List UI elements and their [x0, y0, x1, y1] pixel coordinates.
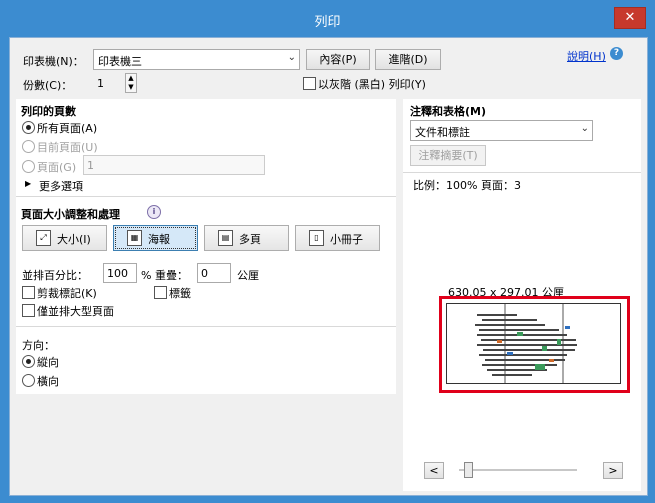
grayscale-label: 以灰階 (黑白) 列印(Y) [318, 78, 426, 91]
copies-label: 份數(C)： [23, 79, 73, 92]
portrait-label: 縱向 [37, 356, 59, 369]
advanced-button[interactable]: 進階(D) [375, 49, 441, 70]
labels-label: 標籤 [169, 287, 191, 300]
overlap-label: % 重疊： [141, 269, 188, 282]
landscape-radio[interactable] [22, 374, 35, 387]
tile-large-pages-checkbox[interactable] [22, 304, 35, 317]
help-link[interactable]: 說明(H) [567, 48, 606, 64]
chevron-down-icon: ⌄ [580, 123, 589, 134]
tile-scale-value: 100 [107, 267, 128, 280]
divider [16, 326, 396, 327]
tile-large-pages-label: 僅並排大型頁面 [37, 305, 114, 318]
previous-page-button[interactable]: < [424, 462, 444, 479]
tile-scale-input[interactable]: 100 [103, 263, 137, 283]
overlap-input[interactable]: 0 [197, 263, 231, 283]
labels-checkbox[interactable] [154, 286, 167, 299]
summarize-comments-button[interactable]: 注釋摘要(T) [410, 145, 486, 166]
copies-input[interactable]: 1 [93, 73, 125, 93]
grayscale-checkbox[interactable] [303, 77, 316, 90]
chevron-down-icon: ⌄ [287, 52, 296, 63]
preview-highlight-frame [439, 296, 630, 393]
multiple-button-label: 多頁 [239, 233, 261, 246]
printer-label: 印表機(N)： [23, 55, 84, 68]
all-pages-radio[interactable] [22, 121, 35, 134]
page-sizing-title: 頁面大小調整和處理 [21, 208, 120, 221]
comments-forms-title: 注釋和表格(M) [410, 105, 487, 118]
poster-button-label: 海報 [148, 233, 170, 246]
multiple-button[interactable]: ▤ 多頁 [204, 225, 289, 251]
expand-arrow-icon[interactable]: ▶ [25, 179, 31, 188]
title-bar: 列印 ✕ [1, 1, 654, 37]
info-icon[interactable]: i [147, 205, 161, 219]
comments-forms-select[interactable]: 文件和標註 ⌄ [410, 120, 593, 141]
printer-select[interactable]: 印表機三 ⌄ [93, 49, 300, 70]
print-preview-page [446, 303, 621, 384]
scale-page-text: 比例：100% 頁面：3 [413, 179, 521, 192]
next-page-button[interactable]: > [603, 462, 623, 479]
print-dialog: 列印 ✕ 印表機(N)： 印表機三 ⌄ 內容(P) 進階(D) 說明(H) ? … [0, 0, 655, 503]
preview-slider-thumb[interactable] [464, 462, 474, 478]
window-title: 列印 [314, 15, 341, 30]
pages-range-value: 1 [87, 159, 94, 172]
all-pages-label: 所有頁面(A) [37, 122, 98, 135]
poster-icon: ▦ [127, 230, 142, 246]
dialog-body: 印表機(N)： 印表機三 ⌄ 內容(P) 進階(D) 說明(H) ? 份數(C)… [9, 37, 648, 496]
printer-value: 印表機三 [98, 55, 142, 68]
cut-marks-label: 剪裁標記(K) [37, 287, 97, 300]
poster-button[interactable]: ▦ 海報 [113, 225, 198, 251]
overlap-unit: 公厘 [237, 269, 259, 282]
multiple-icon: ▤ [218, 230, 233, 246]
divider [16, 196, 396, 197]
portrait-radio[interactable] [22, 355, 35, 368]
current-page-radio[interactable] [22, 140, 35, 153]
size-button-label: 大小(I) [57, 233, 91, 246]
help-icon[interactable]: ? [610, 47, 623, 60]
copies-stepper[interactable]: ▲ ▼ [125, 73, 137, 93]
properties-button[interactable]: 內容(P) [306, 49, 370, 70]
map-thumbnail [475, 304, 577, 383]
preview-slider-track[interactable] [459, 469, 577, 471]
current-page-label: 目前頁面(U) [37, 141, 98, 154]
right-panel: 注釋和表格(M) 文件和標註 ⌄ 注釋摘要(T) 比例：100% 頁面：3 63… [403, 99, 641, 491]
pages-range-input[interactable]: 1 [83, 155, 265, 175]
tile-scale-label: 並排百分比： [22, 269, 88, 282]
size-icon: ⤢ [36, 230, 51, 246]
pages-label: 頁面(G) [37, 161, 77, 174]
close-button[interactable]: ✕ [614, 7, 646, 29]
size-button[interactable]: ⤢ 大小(I) [22, 225, 107, 251]
divider [403, 172, 641, 173]
booklet-icon: ▯ [309, 230, 324, 246]
left-panel: 列印的頁數 所有頁面(A) 目前頁面(U) 頁面(G) 1 ▶ 更多選項 頁面大… [16, 99, 396, 394]
booklet-button[interactable]: ▯ 小冊子 [295, 225, 380, 251]
more-options-toggle[interactable]: 更多選項 [39, 178, 83, 194]
overlap-value: 0 [201, 267, 208, 280]
comments-forms-value: 文件和標註 [415, 126, 470, 139]
landscape-label: 橫向 [37, 375, 59, 388]
cut-marks-checkbox[interactable] [22, 286, 35, 299]
map-marks [475, 314, 577, 376]
copies-value: 1 [97, 77, 104, 90]
orientation-title: 方向： [22, 339, 55, 352]
booklet-button-label: 小冊子 [330, 233, 363, 246]
pages-section-title: 列印的頁數 [21, 105, 76, 118]
pages-radio[interactable] [22, 160, 35, 173]
